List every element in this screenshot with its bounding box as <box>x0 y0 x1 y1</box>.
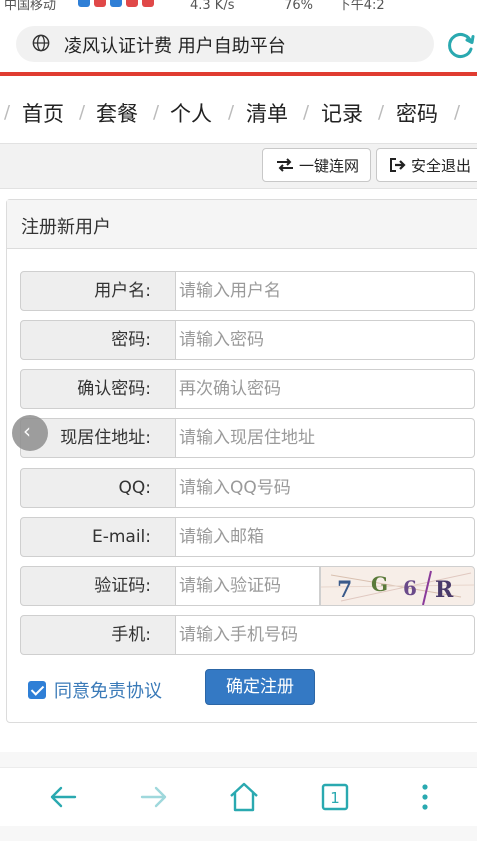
password-input[interactable] <box>175 320 475 360</box>
nav-item-password[interactable]: 密码 <box>396 98 438 128</box>
nav-separator: / <box>4 102 11 123</box>
nav-separator: / <box>378 102 385 123</box>
username-label: 用户名: <box>20 271 176 311</box>
safe-logout-button[interactable]: 安全退出 <box>376 148 477 182</box>
main-nav: / 首页 / 套餐 / 个人 / 清单 / 记录 / 密码 / <box>0 76 477 144</box>
more-icon[interactable] <box>408 780 442 814</box>
notify-icon <box>78 0 90 7</box>
status-bar: 中国移动 4.3 K/s 76% 下午4:2 <box>0 0 477 14</box>
logout-label: 安全退出 <box>411 156 472 175</box>
nav-item-records[interactable]: 记录 <box>321 98 363 128</box>
email-row: E-mail: <box>20 517 477 559</box>
nav-separator: / <box>153 102 160 123</box>
agree-label[interactable]: 同意免责协议 <box>54 677 162 703</box>
chevron-left-icon: ‹ <box>23 419 31 443</box>
nav-item-package[interactable]: 套餐 <box>96 98 138 128</box>
agree-checkbox[interactable] <box>28 681 46 699</box>
register-submit-button[interactable]: 确定注册 <box>205 669 315 705</box>
qq-row: QQ: <box>20 468 477 510</box>
captcha-image[interactable]: 7 G 6 R <box>320 566 475 606</box>
forward-arrow-icon[interactable] <box>137 780 171 814</box>
nav-separator: / <box>79 102 86 123</box>
panel-title: 注册新用户 <box>21 217 111 238</box>
panel-header: 注册新用户 <box>7 200 477 249</box>
notify-icon <box>142 0 154 7</box>
email-label: E-mail: <box>20 517 176 557</box>
logout-icon <box>390 158 406 172</box>
captcha-label: 验证码: <box>20 566 176 606</box>
password-label: 密码: <box>20 320 176 360</box>
toolbar: 一键连网 安全退出 <box>0 143 477 189</box>
qq-label: QQ: <box>20 468 176 508</box>
address-row: 现居住地址: <box>20 418 477 460</box>
nav-item-bill[interactable]: 清单 <box>246 98 288 128</box>
address-input[interactable] <box>175 418 475 458</box>
captcha-input[interactable] <box>175 566 320 606</box>
captcha-row: 验证码: 7 G 6 R <box>20 566 477 608</box>
battery-level: 76% <box>284 0 313 13</box>
home-icon[interactable] <box>227 780 261 814</box>
email-input[interactable] <box>175 517 475 557</box>
notification-icons <box>78 0 154 7</box>
captcha-char: G <box>371 572 388 596</box>
connect-label: 一键连网 <box>299 156 360 175</box>
nav-separator: / <box>454 102 461 123</box>
tab-count: 1 <box>330 789 340 807</box>
confirm-password-label: 确认密码: <box>20 369 176 409</box>
phone-label: 手机: <box>20 615 176 655</box>
nav-item-home[interactable]: 首页 <box>22 98 64 128</box>
carrier-label: 中国移动 <box>4 0 57 13</box>
browser-bottom-bar: 1 <box>0 767 477 826</box>
reload-icon[interactable] <box>446 30 476 60</box>
captcha-char: 7 <box>337 577 352 603</box>
back-arrow-icon[interactable] <box>46 780 80 814</box>
nav-separator: / <box>303 102 310 123</box>
network-speed: 4.3 K/s <box>190 0 235 13</box>
username-row: 用户名: <box>20 271 477 313</box>
confirm-password-row: 确认密码: <box>20 369 477 411</box>
captcha-char: 6 <box>403 576 417 600</box>
globe-icon <box>32 34 50 52</box>
username-input[interactable] <box>175 271 475 311</box>
notify-icon <box>126 0 138 7</box>
confirm-password-input[interactable] <box>175 369 475 409</box>
agree-checkbox-row[interactable]: 同意免责协议 <box>28 677 162 703</box>
nav-separator: / <box>228 102 235 123</box>
side-back-handle[interactable]: ‹ <box>12 415 48 451</box>
password-row: 密码: <box>20 320 477 362</box>
captcha-char: R <box>435 577 454 603</box>
clock: 下午4:2 <box>337 0 385 13</box>
phone-row: 手机: <box>20 615 477 657</box>
status-right: 4.3 K/s 76% 下午4:2 <box>190 0 385 13</box>
one-key-connect-button[interactable]: 一键连网 <box>262 148 371 182</box>
address-text: 凌风认证计费 用户自助平台 <box>64 36 286 57</box>
phone-input[interactable] <box>175 615 475 655</box>
qq-input[interactable] <box>175 468 475 508</box>
address-bar[interactable]: 凌风认证计费 用户自助平台 <box>16 26 434 62</box>
swap-arrows-icon <box>277 158 293 172</box>
nav-item-personal[interactable]: 个人 <box>170 98 212 128</box>
notify-icon <box>110 0 122 7</box>
tabs-icon[interactable]: 1 <box>318 780 352 814</box>
notify-icon <box>94 0 106 7</box>
